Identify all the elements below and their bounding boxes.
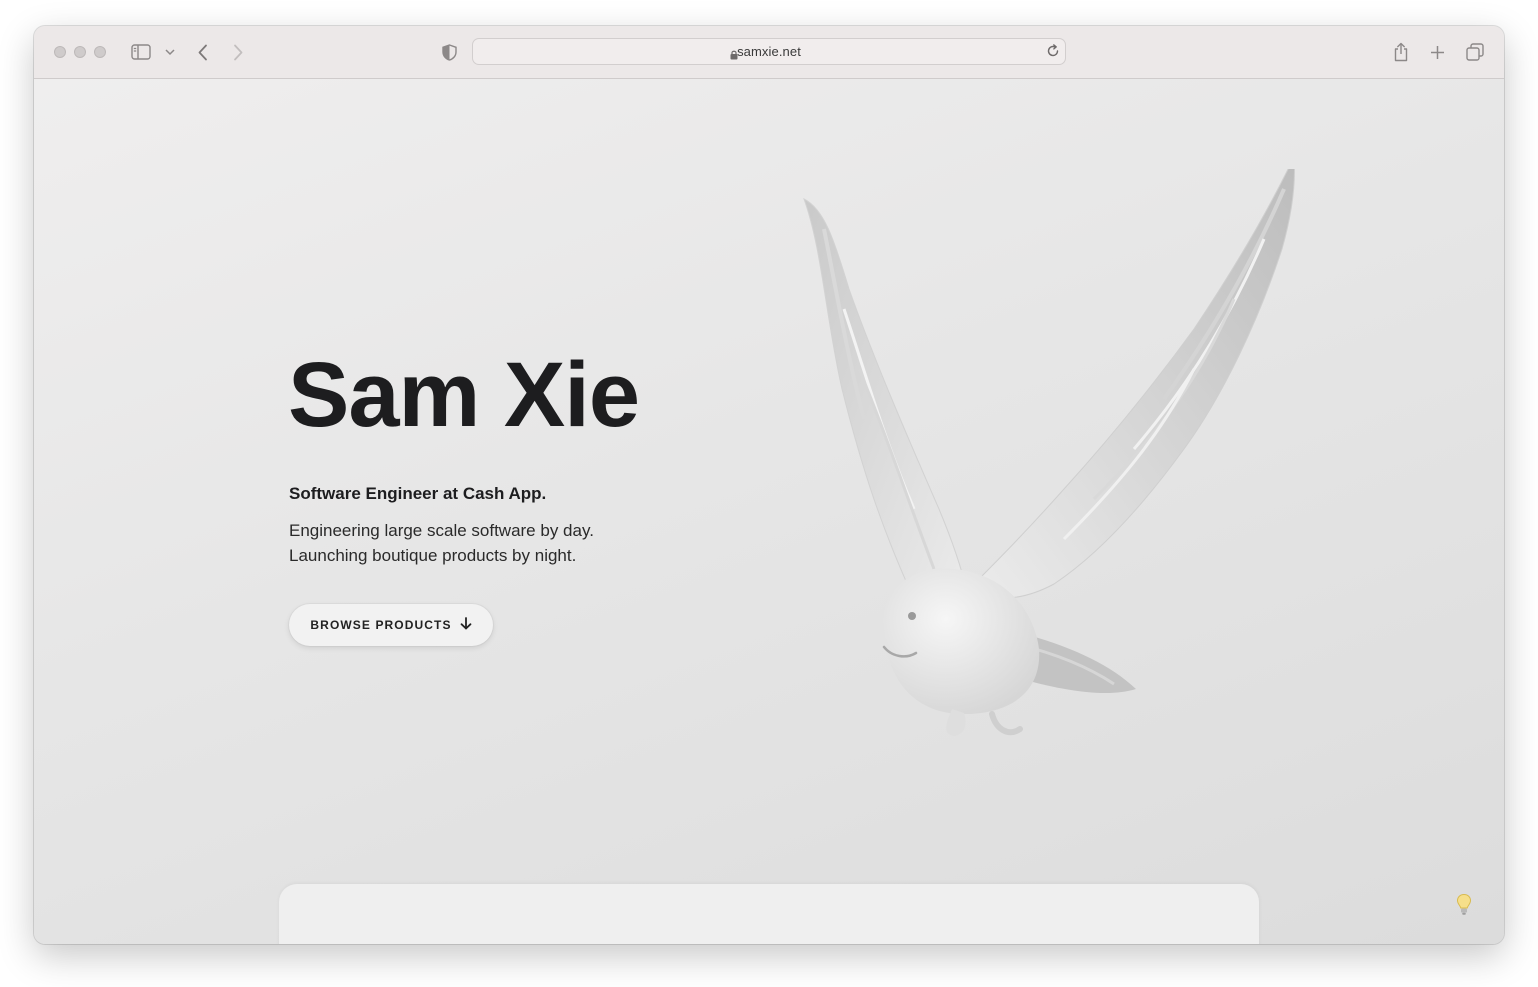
back-icon[interactable] — [194, 40, 212, 64]
browser-toolbar: samxie.net — [34, 26, 1504, 79]
browse-products-label: BROWSE PRODUCTS — [310, 618, 452, 632]
page-title: Sam Xie — [288, 344, 640, 446]
chevron-down-icon[interactable] — [163, 40, 177, 64]
products-card — [279, 884, 1259, 944]
privacy-shield-icon[interactable] — [439, 40, 459, 64]
tagline-line-1: Engineering large scale software by day. — [289, 521, 594, 540]
url-text: samxie.net — [737, 44, 801, 59]
minimize-window-button[interactable] — [74, 46, 86, 58]
reload-icon[interactable] — [1046, 44, 1060, 63]
browser-window: samxie.net Sam Xie Software Engineer at … — [34, 26, 1504, 944]
bird-illustration — [803, 169, 1295, 736]
share-icon[interactable] — [1391, 40, 1411, 64]
browse-products-button[interactable]: BROWSE PRODUCTS — [289, 604, 493, 646]
lightbulb-icon[interactable] — [1456, 893, 1472, 922]
tab-overview-icon[interactable] — [1465, 40, 1485, 64]
zoom-window-button[interactable] — [94, 46, 106, 58]
page-content: Sam Xie Software Engineer at Cash App. E… — [34, 79, 1504, 944]
tagline-line-2: Launching boutique products by night. — [289, 546, 577, 565]
job-title: Software Engineer at Cash App. — [289, 484, 547, 503]
plus-icon[interactable] — [1428, 40, 1446, 64]
close-window-button[interactable] — [54, 46, 66, 58]
sidebar-icon[interactable] — [130, 40, 152, 64]
forward-icon[interactable] — [229, 40, 247, 64]
address-bar[interactable]: samxie.net — [472, 38, 1066, 65]
arrow-down-icon — [460, 617, 472, 633]
